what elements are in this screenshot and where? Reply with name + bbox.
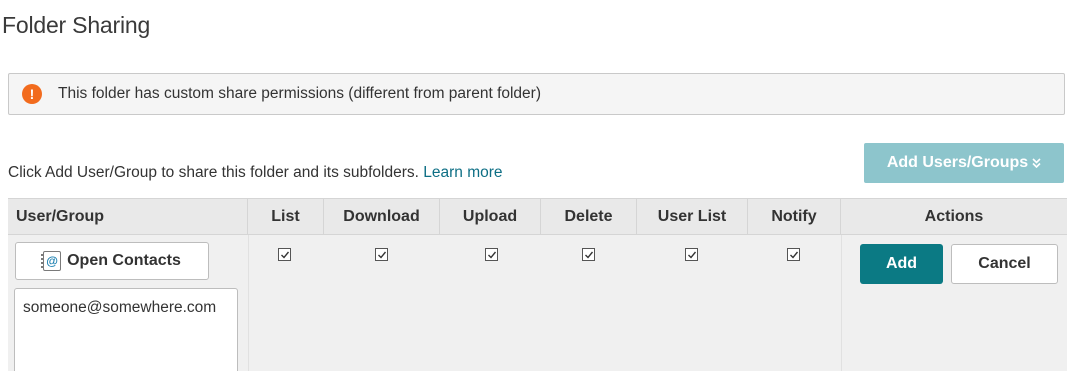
folder-sharing-page: Folder Sharing ! This folder has custom … xyxy=(0,0,1083,371)
list-checkbox[interactable] xyxy=(278,248,291,261)
instructions-text: Click Add User/Group to share this folde… xyxy=(8,164,419,181)
column-divider xyxy=(841,235,842,371)
header-delete: Delete xyxy=(541,199,637,235)
add-users-groups-label: Add Users/Groups xyxy=(886,154,1029,171)
address-book-icon: @ xyxy=(41,251,62,271)
learn-more-link[interactable]: Learn more xyxy=(423,164,502,181)
header-list: List xyxy=(248,199,324,235)
header-actions: Actions xyxy=(924,208,984,225)
header-user-list: User List xyxy=(637,199,748,235)
alert-text: This folder has custom share permissions… xyxy=(58,85,541,102)
header-user-group: User/Group xyxy=(8,199,248,235)
custom-permissions-alert: ! This folder has custom share permissio… xyxy=(8,73,1065,115)
upload-checkbox[interactable] xyxy=(485,248,498,261)
open-contacts-button[interactable]: @ Open Contacts xyxy=(15,242,209,280)
sharing-table: User/Group List Download Upload Delete U… xyxy=(8,198,1067,371)
column-divider xyxy=(248,235,249,371)
exclamation-icon: ! xyxy=(22,84,42,104)
cancel-button[interactable]: Cancel xyxy=(951,244,1058,284)
download-checkbox[interactable] xyxy=(375,248,388,261)
user-group-field[interactable] xyxy=(14,288,238,371)
delete-checkbox[interactable] xyxy=(582,248,595,261)
page-title: Folder Sharing xyxy=(2,12,151,38)
open-contacts-label: Open Contacts xyxy=(67,252,181,269)
header-upload: Upload xyxy=(440,199,541,235)
add-button[interactable]: Add xyxy=(860,244,943,284)
table-header: User/Group List Download Upload Delete U… xyxy=(8,198,1067,235)
notify-checkbox[interactable] xyxy=(787,248,800,261)
user-list-checkbox[interactable] xyxy=(685,248,698,261)
double-chevron-down-icon xyxy=(1032,157,1041,171)
header-download: Download xyxy=(324,199,440,235)
add-users-groups-button[interactable]: Add Users/Groups xyxy=(864,143,1064,183)
instructions: Click Add User/Group to share this folde… xyxy=(8,164,503,182)
header-notify: Notify xyxy=(748,199,841,235)
